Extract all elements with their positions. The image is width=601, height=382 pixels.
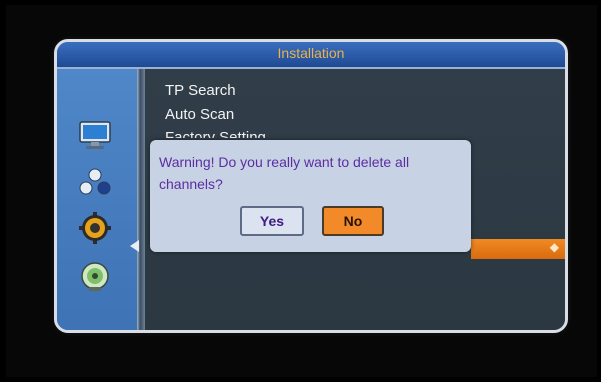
- tv-screen: Installation TP Search Auto Scan Factory…: [6, 5, 597, 377]
- right-arrow-icon: ◆: [549, 240, 559, 254]
- warning-message: Warning! Do you really want to delete al…: [159, 154, 410, 192]
- network-icon[interactable]: [77, 166, 113, 198]
- monitor-icon[interactable]: [77, 119, 113, 151]
- menu-item-auto-scan[interactable]: Auto Scan: [165, 106, 234, 123]
- menu-item-tp-search[interactable]: TP Search: [165, 82, 236, 99]
- title-bar: Installation: [57, 42, 565, 69]
- yes-button[interactable]: Yes: [240, 206, 304, 236]
- window-title: Installation: [277, 45, 345, 61]
- selection-pointer: [130, 240, 139, 252]
- warning-dialog: Warning! Do you really want to delete al…: [150, 140, 471, 252]
- sidebar: [57, 69, 137, 330]
- no-button[interactable]: No: [322, 206, 384, 236]
- gear-icon[interactable]: [77, 212, 113, 244]
- sidebar-divider: [137, 69, 145, 330]
- disc-icon[interactable]: [77, 261, 113, 293]
- selected-menu-row[interactable]: ◆: [471, 239, 565, 259]
- menu-item-factory-setting[interactable]: Factory Setting: [165, 129, 266, 138]
